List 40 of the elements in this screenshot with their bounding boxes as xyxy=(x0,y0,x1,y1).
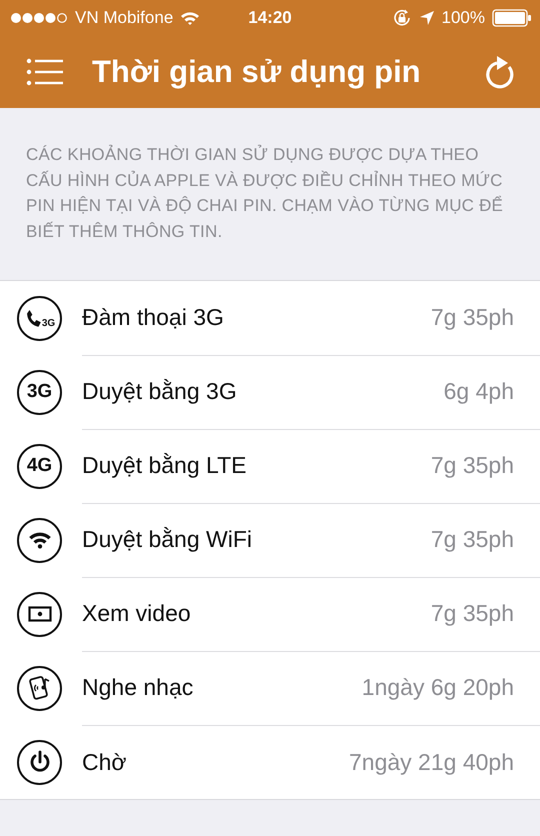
signal-icon xyxy=(10,12,68,24)
menu-button[interactable] xyxy=(26,58,64,86)
usage-row[interactable]: Nghe nhạc 1ngày 6g 20ph xyxy=(0,651,540,725)
video-icon xyxy=(17,592,62,636)
row-label: Duyệt bằng LTE xyxy=(82,452,247,479)
row-label: Nghe nhạc xyxy=(82,674,194,701)
network-icon: 3G xyxy=(17,370,62,414)
phone-music-icon xyxy=(17,666,62,710)
rotation-lock-icon xyxy=(392,8,412,28)
wifi-icon xyxy=(180,10,200,26)
network-icon: 4G xyxy=(17,444,62,488)
usage-row[interactable]: 3G Duyệt bằng 3G 6g 4ph xyxy=(0,355,540,429)
status-time: 14:20 xyxy=(248,8,292,28)
battery-icon xyxy=(492,9,532,27)
usage-row[interactable]: 3G Đàm thoại 3G 7g 35ph xyxy=(0,281,540,355)
row-value: 7g 35ph xyxy=(430,600,514,627)
carrier-name: VN Mobifone xyxy=(75,8,174,28)
row-label: Duyệt bằng 3G xyxy=(82,378,237,405)
screen-title: Thời gian sử dụng pin xyxy=(92,54,422,90)
battery-percent: 100% xyxy=(442,8,485,28)
usage-row[interactable]: Xem video 7g 35ph xyxy=(0,577,540,651)
refresh-button[interactable] xyxy=(484,55,516,89)
row-value: 1ngày 6g 20ph xyxy=(362,674,514,701)
usage-row[interactable]: Chờ 7ngày 21g 40ph xyxy=(0,725,540,799)
usage-row[interactable]: 4G Duyệt bằng LTE 7g 35ph xyxy=(0,429,540,503)
row-label: Duyệt bằng WiFi xyxy=(82,526,252,553)
row-value: 7g 35ph xyxy=(430,304,514,331)
row-label: Xem video xyxy=(82,600,191,627)
row-value: 7g 35ph xyxy=(430,526,514,553)
row-label: Đàm thoại 3G xyxy=(82,304,224,331)
location-icon xyxy=(418,10,435,26)
description-text: CÁC KHOẢNG THỜI GIAN SỬ DỤNG ĐƯỢC DỰA THEO CẤU HÌNH CỦA APPLE VÀ ĐƯỢC ĐIỀU CHỈNH THEO MỨC PIN HIỆN TẠI VÀ ĐỘ CHAI PIN. CHẠM VÀO TỪNG MỤC ĐỂ BIẾT THÊM THÔNG TIN. xyxy=(25,144,504,242)
wifi-icon xyxy=(17,518,62,562)
row-label: Chờ xyxy=(82,748,126,776)
row-value: 7g 35ph xyxy=(430,452,514,479)
power-icon xyxy=(17,740,62,784)
row-value: 7ngày 21g 40ph xyxy=(349,748,514,776)
row-value: 6g 4ph xyxy=(444,378,514,405)
usage-row[interactable]: Duyệt bằng WiFi 7g 35ph xyxy=(0,503,540,577)
call-3g-icon: 3G xyxy=(17,296,62,340)
